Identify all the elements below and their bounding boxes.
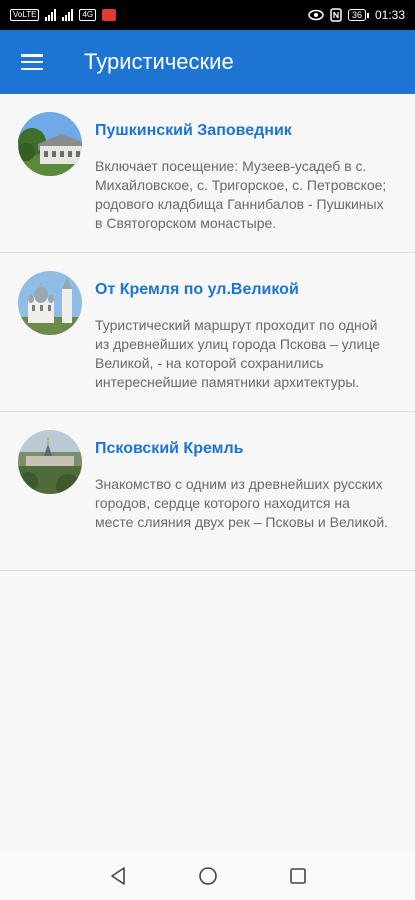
route-description: Туристический маршрут проходит по одной … bbox=[95, 317, 380, 390]
battery-level: 36 bbox=[347, 9, 366, 21]
route-text: Псковский Кремль Знакомство с одним из д… bbox=[95, 430, 397, 570]
clock: 01:33 bbox=[374, 8, 405, 22]
route-description: Включает посещение: Музеев-усадеб в с. М… bbox=[95, 158, 387, 231]
estate-house-photo bbox=[18, 112, 82, 176]
eye-icon bbox=[308, 9, 324, 21]
route-title: От Кремля по ул.Великой bbox=[95, 281, 299, 298]
mobile-data-icon: 4G bbox=[79, 9, 97, 21]
signal-2-icon bbox=[62, 9, 74, 21]
nfc-icon bbox=[330, 8, 342, 22]
home-button[interactable] bbox=[196, 864, 220, 888]
page-title: Туристические bbox=[84, 49, 234, 74]
route-text: От Кремля по ул.Великой Туристический ма… bbox=[95, 271, 397, 411]
battery-icon: 36 bbox=[347, 9, 369, 21]
route-item-velikaya[interactable]: От Кремля по ул.Великой Туристический ма… bbox=[0, 253, 415, 412]
volte-icon: VoLTE bbox=[10, 9, 40, 21]
route-item-pushkin[interactable]: Пушкинский Заповедник Включает посещение… bbox=[0, 94, 415, 253]
recents-button[interactable] bbox=[286, 864, 310, 888]
route-title: Псковский Кремль bbox=[95, 440, 244, 457]
route-item-kremlin[interactable]: Псковский Кремль Знакомство с одним из д… bbox=[0, 412, 415, 571]
kremlin-photo bbox=[18, 430, 82, 494]
route-description: Знакомство с одним из древнейших русских… bbox=[95, 476, 389, 530]
cathedral-photo bbox=[18, 271, 82, 335]
hamburger-menu-icon bbox=[21, 54, 43, 70]
status-left-icons: VoLTE 4G bbox=[10, 9, 117, 21]
route-list: Пушкинский Заповедник Включает посещение… bbox=[0, 94, 415, 571]
back-triangle-icon bbox=[110, 867, 125, 885]
system-nav-bar bbox=[0, 852, 415, 900]
menu-button[interactable] bbox=[0, 30, 64, 94]
status-right-icons: 36 01:33 bbox=[308, 8, 405, 22]
route-title: Пушкинский Заповедник bbox=[95, 122, 292, 139]
recents-square-icon bbox=[289, 868, 306, 884]
notification-app-icon bbox=[102, 9, 117, 21]
app-bar: Туристические bbox=[0, 30, 415, 94]
status-bar: VoLTE 4G 36 01:33 bbox=[0, 0, 415, 30]
route-text: Пушкинский Заповедник Включает посещение… bbox=[95, 112, 397, 252]
home-circle-icon bbox=[198, 867, 217, 885]
signal-icon bbox=[45, 9, 57, 21]
back-button[interactable] bbox=[106, 864, 130, 888]
